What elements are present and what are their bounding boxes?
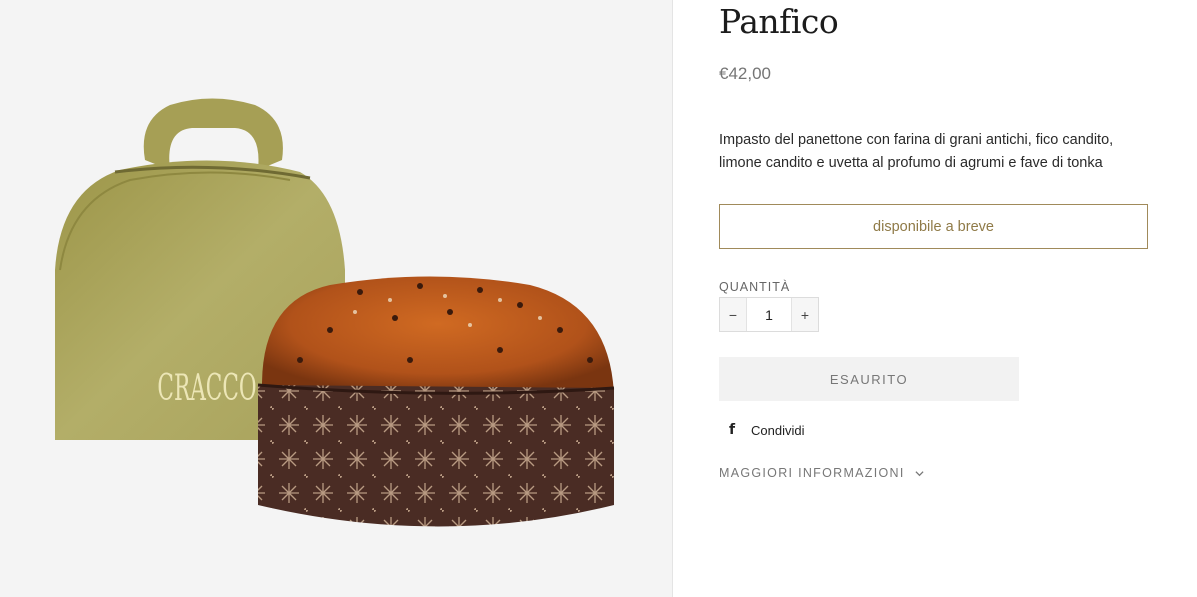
quantity-input[interactable] — [747, 298, 791, 331]
quantity-increment-button[interactable]: + — [791, 298, 818, 331]
share-facebook-link[interactable]: f Condividi — [729, 422, 804, 438]
product-image: CRACCO — [55, 98, 615, 527]
product-image-panel[interactable]: CRACCO — [0, 0, 673, 597]
share-label: Condividi — [751, 422, 805, 438]
box-brand-logo: CRACCO — [157, 366, 256, 408]
more-info-label: MAGGIORI INFORMAZIONI — [719, 466, 905, 480]
quantity-decrement-button[interactable]: − — [720, 298, 747, 331]
product-description: Impasto del panettone con farina di gran… — [719, 132, 1114, 171]
quantity-label: QUANTITÀ — [719, 280, 791, 294]
more-info-toggle[interactable]: MAGGIORI INFORMAZIONI — [719, 466, 924, 480]
panettone — [257, 276, 615, 527]
sold-out-button[interactable]: ESAURITO — [719, 357, 1019, 401]
quantity-stepper: − + — [719, 297, 819, 332]
product-price: €42,00 — [719, 64, 771, 83]
chevron-down-icon — [915, 470, 924, 476]
availability-button[interactable]: disponibile a breve — [719, 204, 1148, 249]
product-title: Panfico — [719, 2, 839, 41]
facebook-icon: f — [729, 422, 736, 438]
